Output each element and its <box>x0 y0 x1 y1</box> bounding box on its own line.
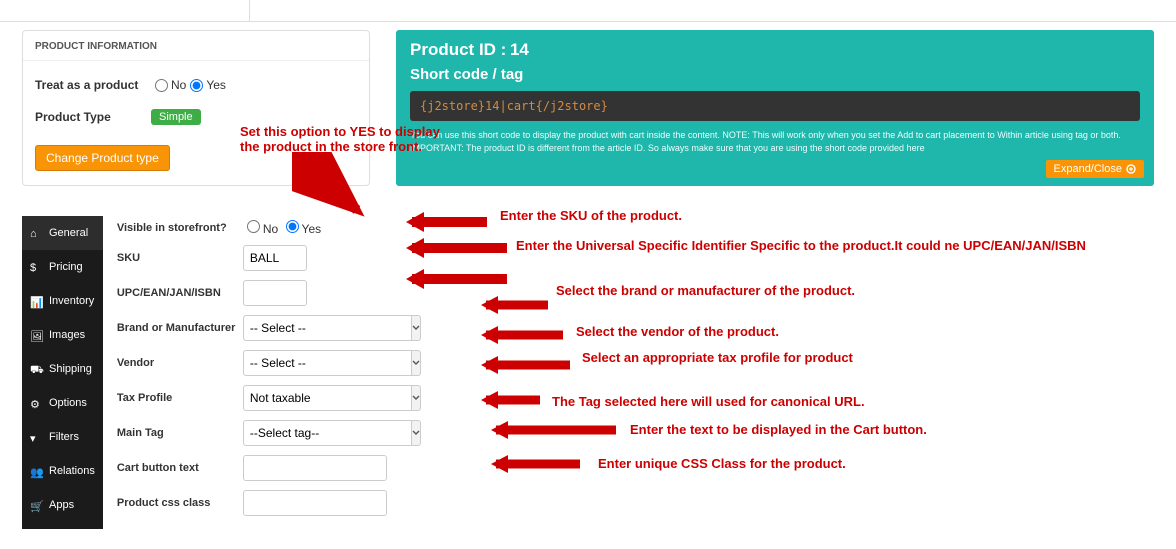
vendor-label: Vendor <box>117 357 243 369</box>
cart-text-input[interactable] <box>243 455 387 481</box>
yes-label: Yes <box>206 78 226 92</box>
cart-text-label: Cart button text <box>117 462 243 474</box>
sku-input[interactable] <box>243 245 307 271</box>
visible-yes-radio[interactable] <box>286 220 299 233</box>
product-type-label: Product Type <box>35 110 151 124</box>
vendor-select[interactable] <box>243 350 412 376</box>
main-tag-label: Main Tag <box>117 427 243 439</box>
change-product-type-button[interactable]: Change Product type <box>35 145 170 171</box>
brand-label: Brand or Manufacturer <box>117 322 243 334</box>
nav-apps[interactable]: 🛒 Apps <box>22 488 103 522</box>
upc-label: UPC/EAN/JAN/ISBN <box>117 287 243 299</box>
shortcode-label: Short code / tag <box>410 66 1140 83</box>
expand-icon <box>1126 164 1136 174</box>
nav-label: Images <box>49 329 85 341</box>
expand-close-label: Expand/Close <box>1054 163 1123 175</box>
product-type-badge: Simple <box>151 109 201 125</box>
brand-select[interactable] <box>243 315 412 341</box>
css-class-label: Product css class <box>117 497 243 509</box>
tax-caret[interactable] <box>412 385 421 411</box>
chevron-down-icon <box>412 324 420 332</box>
sliders-icon: ⚙ <box>30 398 41 409</box>
product-id-label: Product ID : <box>410 40 506 59</box>
nav-options[interactable]: ⚙ Options <box>22 386 103 420</box>
chart-icon: 📊 <box>30 296 41 307</box>
chevron-down-icon <box>412 359 420 367</box>
yes-label: Yes <box>302 222 322 236</box>
chevron-down-icon <box>412 429 420 437</box>
product-info-panel: PRODUCT INFORMATION Treat as a product N… <box>22 30 370 186</box>
nav-general[interactable]: ⌂ General <box>22 216 103 250</box>
nav-label: Filters <box>49 431 79 443</box>
no-label: No <box>171 78 186 92</box>
nav-shipping[interactable]: ⛟ Shipping <box>22 352 103 386</box>
visible-no-radio[interactable] <box>247 220 260 233</box>
upc-input[interactable] <box>243 280 307 306</box>
visible-label: Visible in storefront? <box>117 222 243 234</box>
main-tag-caret[interactable] <box>412 420 421 446</box>
treat-no-radio[interactable] <box>155 79 168 92</box>
product-id-value: 14 <box>510 40 529 59</box>
main-tag-select[interactable] <box>243 420 412 446</box>
no-label: No <box>263 222 278 236</box>
css-class-input[interactable] <box>243 490 387 516</box>
general-form: Visible in storefront? No Yes SKU UPC/EA… <box>117 216 1154 529</box>
expand-close-button[interactable]: Expand/Close <box>1046 160 1145 178</box>
nav-inventory[interactable]: 📊 Inventory <box>22 284 103 318</box>
panel-heading: PRODUCT INFORMATION <box>23 31 369 61</box>
nav-label: Pricing <box>49 261 83 273</box>
shortcode-box: {j2store}14|cart{/j2store} <box>410 91 1140 121</box>
filter-icon: ▾ <box>30 432 41 443</box>
shortcode-note: You can use this short code to display t… <box>410 129 1140 154</box>
tax-select[interactable] <box>243 385 412 411</box>
nav-images[interactable]: 🖼 Images <box>22 318 103 352</box>
treat-yes-radio[interactable] <box>190 79 203 92</box>
side-nav: ⌂ General $ Pricing 📊 Inventory 🖼 Images ⛟ Sh… <box>22 216 103 529</box>
nav-label: Apps <box>49 499 74 511</box>
image-icon: 🖼 <box>30 330 41 341</box>
chevron-down-icon <box>412 394 420 402</box>
brand-caret[interactable] <box>412 315 421 341</box>
truck-icon: ⛟ <box>30 364 41 375</box>
nav-filters[interactable]: ▾ Filters <box>22 420 103 454</box>
nav-relations[interactable]: 👥 Relations <box>22 454 103 488</box>
vendor-caret[interactable] <box>412 350 421 376</box>
nav-pricing[interactable]: $ Pricing <box>22 250 103 284</box>
sku-label: SKU <box>117 252 243 264</box>
treat-label: Treat as a product <box>35 78 151 92</box>
link-icon: 👥 <box>30 466 41 477</box>
nav-label: Options <box>49 397 87 409</box>
tax-label: Tax Profile <box>117 392 243 404</box>
dollar-icon: $ <box>30 262 41 273</box>
product-id-panel: Product ID : 14 Short code / tag {j2stor… <box>396 30 1154 186</box>
home-icon: ⌂ <box>30 228 41 239</box>
nav-label: Shipping <box>49 363 92 375</box>
nav-label: General <box>49 227 88 239</box>
nav-label: Relations <box>49 465 95 477</box>
nav-label: Inventory <box>49 295 94 307</box>
apps-icon: 🛒 <box>30 500 41 511</box>
